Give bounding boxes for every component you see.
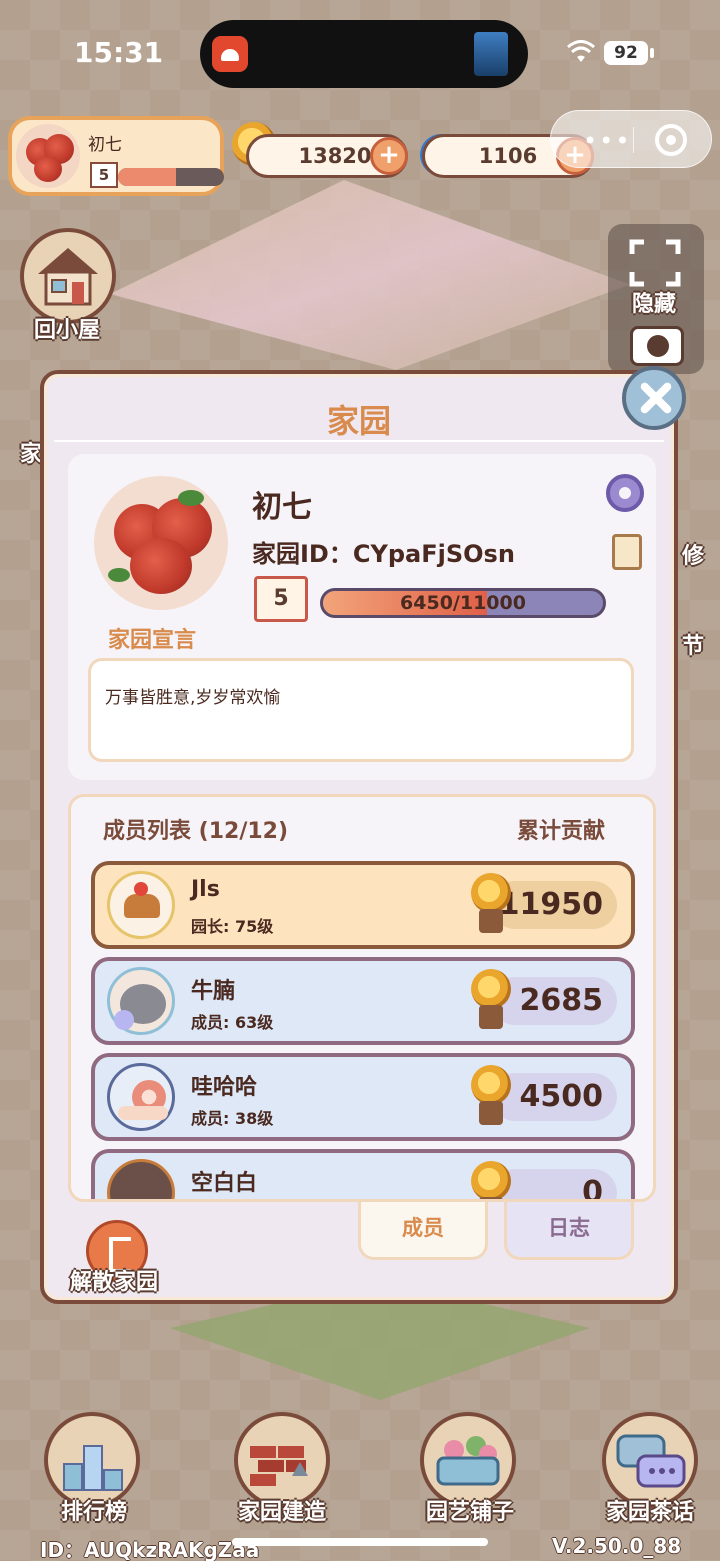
player-name: 初七 <box>88 135 122 155</box>
wifi-icon <box>567 40 595 62</box>
declaration-label: 家园宣言 <box>108 628 197 653</box>
dissolve-home-button[interactable]: 解散家园 <box>70 1264 158 1296</box>
dynamic-island <box>200 20 528 88</box>
battery-indicator: 92 <box>604 41 648 65</box>
house-icon <box>38 248 98 306</box>
player-level-badge: 5 <box>90 162 118 188</box>
miniprogram-capsule: ••• <box>550 110 712 168</box>
home-chat-label: 家园茶话 <box>605 1500 694 1525</box>
member-role: 成员: 63级 <box>191 1013 274 1032</box>
home-button[interactable] <box>20 228 116 324</box>
snail-trophy-icon <box>469 1161 513 1199</box>
snail-coin-value: 13820 <box>298 144 372 168</box>
battery-tip <box>650 48 654 58</box>
right-partial-label-a: 修 <box>682 544 705 569</box>
more-menu-icon[interactable]: ••• <box>583 127 631 155</box>
hide-ui-label: 隐藏 <box>632 292 677 317</box>
snail-trophy-icon <box>469 969 513 1029</box>
right-partial-label-b: 节 <box>682 634 705 659</box>
settings-gear-icon[interactable] <box>606 474 644 512</box>
garden-scene <box>110 180 630 370</box>
player-exp-fill <box>118 168 177 186</box>
member-name: 哇哈哈 <box>191 1075 258 1100</box>
contribution-header: 累计贡献 <box>516 819 605 844</box>
member-role: 成员: 38级 <box>191 1109 274 1128</box>
snail-trophy-icon <box>469 1065 513 1125</box>
member-row[interactable]: 空白白 0 <box>91 1149 635 1199</box>
left-partial-label: 家 <box>20 442 43 467</box>
garden-shop-label: 园艺铺子 <box>425 1500 514 1525</box>
player-avatar <box>16 124 80 188</box>
member-name: 空白白 <box>191 1171 258 1196</box>
gem-value: 1106 <box>478 144 538 168</box>
add-snail-coins-button[interactable]: + <box>370 137 408 175</box>
member-list-header: 成员列表 (12/12) <box>103 819 289 844</box>
close-miniprogram-icon[interactable] <box>655 124 687 156</box>
home-button-label: 回小屋 <box>34 318 101 343</box>
member-name: 牛腩 <box>191 979 236 1004</box>
flower-basket-icon <box>436 1436 500 1486</box>
media-thumbnail-icon <box>474 32 508 76</box>
tab-log[interactable]: 日志 <box>504 1202 634 1260</box>
title-divider <box>54 440 664 442</box>
member-list[interactable]: 成员列表 (12/12) 累计贡献 Jls 园长: 75级 11950 牛腩 成… <box>68 794 656 1202</box>
leaderboard-label: 排行榜 <box>60 1500 127 1525</box>
bricks-trowel-icon <box>250 1446 308 1486</box>
hide-ui-icon[interactable] <box>628 238 682 288</box>
home-name: 初七 <box>252 490 312 525</box>
status-time: 15:31 <box>74 36 164 69</box>
member-role: 园长: 75级 <box>191 917 274 936</box>
chat-bubbles-icon <box>616 1434 686 1488</box>
build-home-label: 家园建造 <box>237 1500 326 1525</box>
camera-icon[interactable] <box>630 326 684 366</box>
member-avatar <box>107 1063 175 1131</box>
close-dialog-button[interactable] <box>622 366 686 430</box>
home-avatar <box>94 476 228 610</box>
home-id-value: CYpaFjSOsn <box>352 540 515 568</box>
dialog-title: 家园 <box>326 402 391 440</box>
app-activity-icon <box>212 36 248 72</box>
home-id: 家园ID：CYpaFjSOsn <box>252 534 515 569</box>
version-text: V.2.50.0_88 <box>552 1534 682 1558</box>
home-id-label: 家园ID： <box>252 540 353 568</box>
member-avatar <box>107 871 175 939</box>
member-row[interactable]: 哇哈哈 成员: 38级 4500 <box>91 1053 635 1141</box>
home-indicator[interactable] <box>232 1538 488 1546</box>
tab-members[interactable]: 成员 <box>358 1202 488 1260</box>
home-exp-bar: 6450/11000 <box>320 588 606 618</box>
capsule-divider <box>633 127 634 153</box>
member-row[interactable]: 牛腩 成员: 63级 2685 <box>91 957 635 1045</box>
home-info-card: 初七 家园ID：CYpaFjSOsn 5 6450/11000 家园宣言 万事皆… <box>68 454 656 780</box>
home-level-badge: 5 <box>254 576 308 622</box>
member-row[interactable]: Jls 园长: 75级 11950 <box>91 861 635 949</box>
home-dialog: 家园 初七 家园ID：CYpaFjSOsn 5 6450/11000 家园宣言 … <box>40 370 678 1304</box>
declaration-box[interactable]: 万事皆胜意,岁岁常欢愉 <box>88 658 634 762</box>
member-avatar <box>107 967 175 1035</box>
snail-trophy-icon <box>469 873 513 933</box>
member-avatar <box>107 1159 175 1199</box>
player-exp-bar <box>118 168 224 186</box>
copy-id-icon[interactable] <box>612 534 642 570</box>
member-name: Jls <box>191 877 220 902</box>
player-profile-chip[interactable]: 初七 5 <box>8 116 224 196</box>
player-id-text: ID：AUQkzRAKgZaa <box>40 1538 260 1561</box>
podium-icon <box>63 1445 123 1491</box>
home-exp-text: 6450/11000 <box>400 592 526 614</box>
